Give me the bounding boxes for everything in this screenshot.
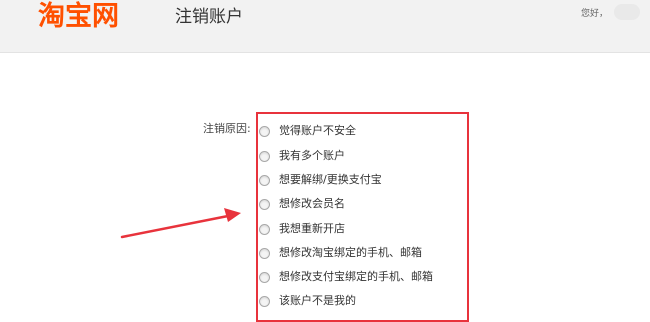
arrow-right-icon (120, 208, 241, 239)
